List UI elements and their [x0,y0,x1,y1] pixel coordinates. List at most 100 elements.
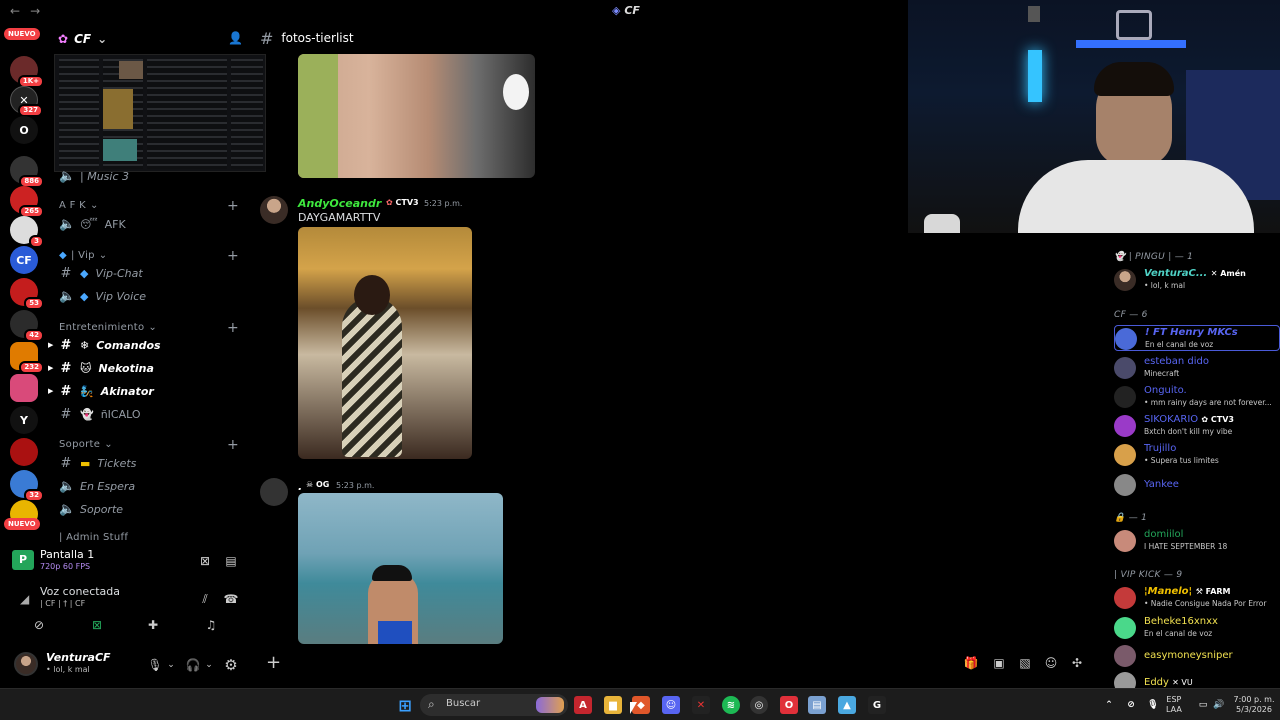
channel-akinator[interactable]: ▶ # 🧞 Akinator [48,381,244,401]
clock[interactable]: 7:00 p. m. 5/3/2026 [1232,695,1276,715]
member-name: Yankee [1144,479,1179,490]
channel-vip-voice[interactable]: 🔈 ◆ Vip Voice [59,286,244,306]
server-icon-5[interactable]: 265 [10,186,44,218]
server-icon-6[interactable]: 3 [10,216,44,248]
app-icon-adobe[interactable]: A [574,696,592,714]
chevron-down-icon[interactable]: ⌄ [162,656,180,674]
stream-preview[interactable] [54,54,266,172]
list-item[interactable]: VenturaC... ✕ Amén • lol, k mal [1114,267,1280,293]
add-channel-icon[interactable]: + [227,437,239,453]
channel-tickets[interactable]: # ▬ Tickets [59,453,244,473]
server-icon-7[interactable]: CF [10,246,38,274]
add-channel-icon[interactable]: + [227,320,239,336]
list-item[interactable]: Trujillo • Supera tus limites [1114,442,1280,468]
category-entretenimiento[interactable]: Entretenimiento ⌄ + [59,320,239,336]
server-icon-13[interactable] [10,438,38,466]
discord-icon[interactable]: ☺ [662,696,680,714]
channel-vip-chat[interactable]: # ◆ Vip-Chat [59,263,244,283]
list-item[interactable]: ¦Manelo¦ ⚒ FARM • Nadie Consigue Nada Po… [1114,585,1280,611]
apps-icon[interactable]: ✣ [1068,654,1086,672]
server-icon-10[interactable]: 232 [10,342,44,374]
message-author[interactable]: . [298,480,302,493]
taskbar-search[interactable]: ⌕ Buscar [420,694,568,716]
notepad-icon[interactable]: ▤ [808,696,826,714]
chevron-down-icon[interactable]: ⌄ [200,656,218,674]
server-icon-11[interactable] [10,374,38,402]
category-soporte[interactable]: Soporte ⌄ + [59,437,239,453]
avatar[interactable] [260,196,288,224]
list-item[interactable]: esteban dido Minecraft [1114,355,1280,381]
app-icon-paint[interactable]: ▲ [838,696,856,714]
list-item[interactable]: Yankee [1114,472,1280,498]
noise-suppression-icon[interactable]: ⫽ [196,590,214,608]
stream-settings-icon[interactable]: ▤ [222,552,240,570]
avatar[interactable] [14,652,38,676]
emoji-icon[interactable]: ☺ [1042,654,1060,672]
member-name: ! FT Henry MKCs [1145,327,1238,338]
server-icon-12[interactable]: Y [10,406,38,434]
server-icon-14[interactable]: 32 [10,470,44,502]
gem-icon: ◆ [80,289,89,303]
attachment-image[interactable] [298,493,503,644]
list-item[interactable]: domiilol I HATE SEPTEMBER 18 [1114,528,1280,554]
channel-afk[interactable]: 🔈 😴 AFK [59,214,244,234]
server-icon-1[interactable]: 1K+ [10,56,44,88]
message-author[interactable]: AndyOceandr [298,197,381,210]
image-detail [298,54,338,178]
language-indicator[interactable]: ESP LAA [1166,695,1182,715]
message-composer[interactable]: + 🎁 ▣ ▧ ☺ ✣ [252,648,1098,678]
channel-en-espera[interactable]: 🔈 En Espera [59,476,244,496]
add-channel-icon[interactable]: + [227,248,239,264]
tray-volume-icon[interactable]: 🔊 [1210,696,1228,714]
channel-nekotina[interactable]: ▶ # 🐱 Nekotina [48,358,244,378]
channel-label: Vip Voice [95,289,147,303]
spotify-icon[interactable]: ≋ [722,696,740,714]
list-item[interactable]: SIKOKARIO ✿ CTV3 Bxtch don't kill my vib… [1114,413,1280,439]
file-explorer-icon[interactable]: ▆ [604,696,622,714]
list-item[interactable]: Beheke16xnxx En el canal de voz [1114,615,1280,641]
role-tag-text: Amén [1220,269,1246,278]
category-afk[interactable]: A F K ⌄ + [59,198,239,214]
list-item[interactable]: Onguito. • mm rainy days are not forever… [1114,384,1280,410]
attachment-image[interactable] [298,54,535,178]
add-member-icon[interactable]: 👤 [228,31,243,45]
list-item[interactable]: ! FT Henry MKCs En el canal de voz [1114,325,1280,351]
opera-icon[interactable]: O [780,696,798,714]
tray-chevron-up-icon[interactable]: ⌃ [1100,696,1118,714]
category-vip[interactable]: ◆ | Vip ⌄ + [59,248,239,264]
camera-off-icon[interactable]: ⊘ [30,616,48,634]
windows-start-icon[interactable]: ⊞ [396,696,414,715]
forward-icon[interactable]: → [30,4,40,18]
disconnect-icon[interactable]: ☎ [222,590,240,608]
server-icon-9[interactable]: 42 [10,310,44,342]
sticker-icon[interactable]: ▧ [1016,654,1034,672]
app-icon-circle[interactable]: ◎ [750,696,768,714]
back-icon[interactable]: ← [10,4,20,18]
server-icon-8[interactable]: 53 [10,278,44,310]
server-header[interactable]: ✿ CF ⌄ [58,30,248,48]
channel-soporte[interactable]: 🔈 Soporte [59,499,244,519]
add-attachment-icon[interactable]: + [266,652,281,673]
activities-icon[interactable]: ✚ [144,616,162,634]
soundboard-icon[interactable]: ♫ [202,616,220,634]
avatar[interactable] [260,478,288,506]
server-icon-2[interactable]: ✕ 327 [10,86,43,117]
channel-comandos[interactable]: ▶ # ❄ Comandos [48,335,244,355]
attachment-image[interactable] [298,227,472,459]
app-icon-g[interactable]: G [868,696,886,714]
list-item[interactable]: Eddy ✕ VU [1114,670,1280,688]
server-icon-3[interactable]: O [10,116,38,144]
gif-icon[interactable]: ▣ [990,654,1008,672]
server-icon-4[interactable]: 886 [10,156,44,188]
tray-network-off-icon[interactable]: ⊘ [1122,696,1140,714]
stop-stream-icon[interactable]: ⊠ [196,552,214,570]
add-channel-icon[interactable]: + [227,198,239,214]
channel-music[interactable]: 🔈 | Music 3 [59,166,244,186]
app-icon-x[interactable]: ✕ [692,696,710,714]
tray-mic-icon[interactable]: 🎙 [1144,696,1162,714]
gear-icon[interactable]: ⚙ [222,656,240,674]
share-screen-icon[interactable]: ⊠ [88,616,106,634]
list-item[interactable]: easymoneysniper [1114,643,1280,669]
gift-icon[interactable]: 🎁 [962,654,980,672]
channel-nicalo[interactable]: # 👻 ñICALO [59,404,244,424]
